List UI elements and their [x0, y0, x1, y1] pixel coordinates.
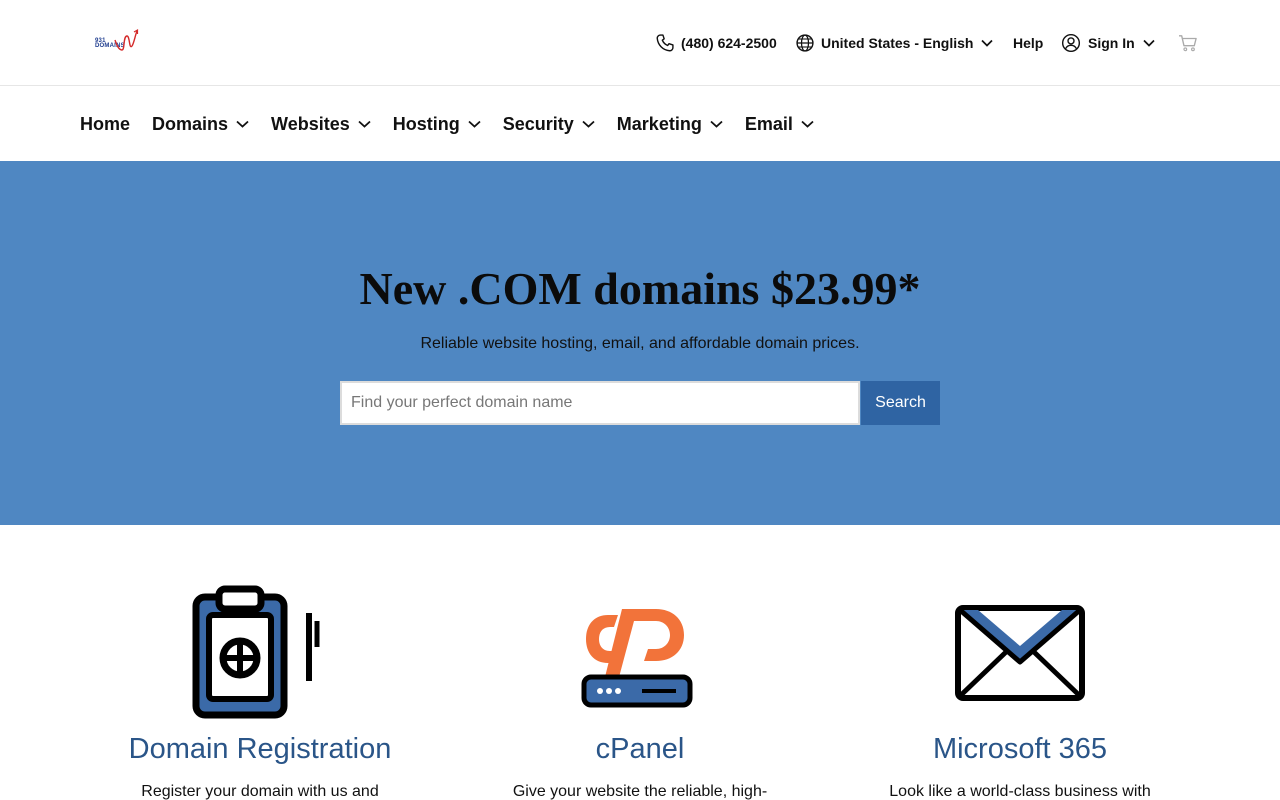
- top-utility-bar: 931 DOMAINS (480) 624-2500 United States…: [0, 0, 1280, 86]
- feature-title: Domain Registration: [128, 733, 392, 765]
- globe-icon: [796, 34, 814, 52]
- nav-item-hosting[interactable]: Hosting: [393, 114, 481, 135]
- envelope-icon: [955, 605, 1085, 701]
- phone-number: (480) 624-2500: [681, 35, 777, 51]
- nav-item-domains[interactable]: Domains: [152, 114, 249, 135]
- hero-title: New .COM domains $23.99*: [359, 263, 921, 314]
- chevron-down-icon: [981, 39, 994, 47]
- nav-item-security[interactable]: Security: [503, 114, 595, 135]
- clipboard-icon: [192, 585, 320, 719]
- cart-button[interactable]: [1178, 31, 1198, 55]
- feature-text: Register your domain with us and: [141, 783, 379, 800]
- brand-logo[interactable]: 931 DOMAINS: [95, 28, 141, 54]
- nav-item-home[interactable]: Home: [80, 114, 130, 135]
- chevron-down-icon: [358, 120, 371, 128]
- phone-link[interactable]: (480) 624-2500: [655, 31, 777, 55]
- chevron-down-icon: [468, 120, 481, 128]
- nav-item-label: Marketing: [616, 113, 702, 134]
- feature-icon-wrap: [830, 585, 1210, 719]
- feature-title: cPanel: [595, 733, 685, 765]
- feature-icon-wrap: [70, 585, 450, 719]
- nav-item-websites[interactable]: Websites: [271, 114, 371, 135]
- nav-item-label: Websites: [271, 113, 350, 134]
- chevron-down-icon: [582, 120, 595, 128]
- sign-in-label: Sign In: [1088, 35, 1135, 51]
- nav-item-email[interactable]: Email: [745, 114, 814, 135]
- logo-swoosh-icon: [114, 28, 139, 51]
- chevron-down-icon: [710, 120, 723, 128]
- feature-card-cpanel: cPanel Give your website the reliable, h…: [450, 585, 830, 800]
- cpanel-icon: [581, 609, 693, 708]
- nav-item-marketing[interactable]: Marketing: [617, 114, 723, 135]
- domain-search-input[interactable]: [340, 381, 860, 425]
- language-label: United States - English: [821, 35, 974, 51]
- feature-card-domain-registration: Domain Registration Register your domain…: [70, 585, 450, 800]
- phone-icon: [656, 34, 674, 52]
- nav-item-label: Email: [744, 113, 793, 134]
- search-button[interactable]: Search: [861, 381, 940, 425]
- chevron-down-icon: [801, 120, 814, 128]
- feature-text: Give your website the reliable, high-: [512, 783, 768, 800]
- nav-item-label: Home: [80, 113, 131, 134]
- help-label: Help: [1013, 35, 1044, 51]
- cart-icon: [1179, 35, 1197, 52]
- language-selector[interactable]: United States - English: [795, 31, 994, 55]
- feature-title: Microsoft 365: [932, 733, 1108, 765]
- help-link[interactable]: Help: [1013, 31, 1043, 55]
- sign-in-menu[interactable]: Sign In: [1061, 31, 1155, 55]
- feature-text: Look like a world-class business with: [889, 783, 1151, 800]
- nav-item-label: Hosting: [392, 113, 460, 134]
- chevron-down-icon: [236, 120, 249, 128]
- nav-item-label: Domains: [152, 113, 229, 134]
- main-nav: Home Domains Websites Hosting Security M…: [80, 106, 836, 142]
- feature-card-microsoft-365: Microsoft 365 Look like a world-class bu…: [830, 585, 1210, 800]
- hero-banner: New .COM domains $23.99* Reliable websit…: [0, 161, 1280, 525]
- chevron-down-icon: [1143, 39, 1155, 47]
- user-icon: [1061, 33, 1081, 53]
- feature-icon-wrap: [450, 585, 830, 719]
- nav-item-label: Security: [502, 113, 574, 134]
- hero-subtitle: Reliable website hosting, email, and aff…: [420, 335, 860, 352]
